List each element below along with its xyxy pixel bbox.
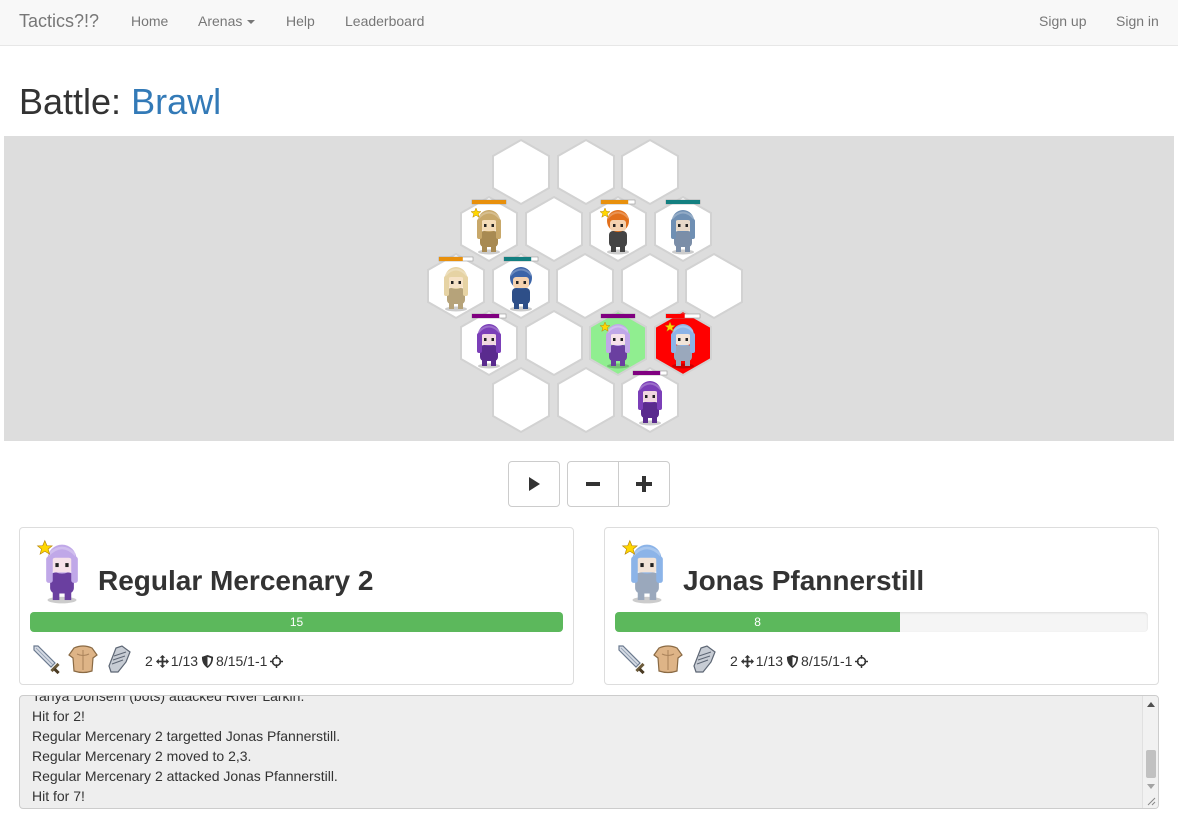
unit-stats: 2 1/13 8/15/1-1 (730, 653, 870, 669)
sword-icon (30, 642, 64, 676)
crosshair-icon (270, 654, 284, 668)
shield-icon (201, 654, 214, 668)
log-line: Hit for 2! (32, 708, 85, 724)
unit-sprite[interactable] (632, 370, 668, 426)
log-line: Tanya Donsem (bots) attacked River Larki… (32, 695, 305, 704)
minus-icon (586, 482, 600, 486)
zoom-out-button[interactable] (567, 461, 619, 507)
selected-unit-panel: Regular Mercenary 2 15 2 1/13 8/15/1-1 (19, 527, 574, 685)
nav-home[interactable]: Home (131, 13, 168, 29)
stat-defense: 8/15/1-1 (801, 653, 853, 669)
log-line: Regular Mercenary 2 moved to 2,3. (32, 748, 252, 764)
sword-icon (615, 642, 649, 676)
stat-defense: 8/15/1-1 (216, 653, 268, 669)
scroll-up-arrow-icon[interactable] (1147, 702, 1155, 707)
unit-stats: 2 1/13 8/15/1-1 (145, 653, 285, 669)
gauntlet-icon (102, 642, 136, 676)
shield-icon (786, 654, 799, 668)
crosshair-icon (855, 654, 869, 668)
stat-move: 2 (145, 653, 153, 669)
hex-cell[interactable] (491, 366, 551, 434)
log-line: Hit for 7! (32, 788, 85, 804)
battle-board (4, 136, 1174, 441)
log-scrollbar[interactable] (1142, 696, 1158, 808)
target-unit-panel: Jonas Pfannerstill 8 2 1/13 8/15/1-1 (604, 527, 1159, 685)
unit-sprite[interactable] (599, 199, 636, 255)
hex-cell[interactable] (620, 366, 680, 434)
unit-name: Regular Mercenary 2 (98, 565, 374, 596)
nav-leaderboard[interactable]: Leaderboard (345, 13, 424, 29)
nav-sign-in[interactable]: Sign in (1116, 13, 1159, 29)
unit-sprite[interactable] (663, 313, 701, 369)
scroll-down-arrow-icon[interactable] (1147, 784, 1155, 789)
arena-link[interactable]: Brawl (131, 81, 221, 122)
health-bar-fill: 8 (615, 612, 901, 632)
health-bar: 15 (30, 612, 563, 632)
page-title-prefix: Battle: (19, 81, 132, 122)
nav-sign-up[interactable]: Sign up (1039, 13, 1086, 29)
hex-cell[interactable] (556, 366, 616, 434)
log-line: Regular Mercenary 2 targetted Jonas Pfan… (32, 728, 341, 744)
health-bar: 8 (615, 612, 1148, 632)
unit-sprite[interactable] (438, 256, 474, 312)
zoom-in-button[interactable] (618, 461, 670, 507)
brand-logo[interactable]: Tactics?!? (19, 11, 99, 32)
unit-portrait (30, 538, 94, 604)
nav-help[interactable]: Help (286, 13, 315, 29)
battle-log-lines: Tanya Donsem (bots) attacked River Larki… (32, 695, 1138, 806)
gauntlet-icon (687, 642, 721, 676)
scroll-thumb[interactable] (1146, 750, 1156, 778)
leather-armor-icon (66, 642, 100, 676)
caret-down-icon (247, 20, 256, 25)
page-title: Battle: Brawl (19, 84, 221, 120)
leather-armor-icon (651, 642, 685, 676)
stat-move: 2 (730, 653, 738, 669)
navbar: Tactics?!? Home Arenas Help Leaderboard … (0, 0, 1178, 46)
resize-handle-icon[interactable] (1146, 796, 1156, 806)
unit-portrait (615, 538, 679, 604)
log-line: Regular Mercenary 2 attacked Jonas Pfann… (32, 768, 338, 784)
nav-arenas-label: Arenas (198, 13, 243, 29)
health-bar-fill: 15 (30, 612, 563, 632)
unit-sprite[interactable] (503, 256, 539, 312)
unit-name: Jonas Pfannerstill (683, 565, 925, 596)
unit-sprite[interactable] (599, 313, 636, 369)
unit-sprite[interactable] (471, 313, 507, 369)
move-icon (155, 654, 169, 668)
play-icon (529, 477, 540, 491)
move-icon (740, 654, 754, 668)
battle-log[interactable]: Tanya Donsem (bots) attacked River Larki… (19, 695, 1159, 809)
unit-sprite[interactable] (470, 199, 507, 255)
plus-icon (636, 476, 652, 492)
play-button[interactable] (508, 461, 560, 507)
stat-attack: 1/13 (755, 653, 784, 669)
nav-arenas-dropdown[interactable]: Arenas (198, 13, 256, 29)
stat-attack: 1/13 (170, 653, 199, 669)
unit-sprite[interactable] (665, 199, 701, 255)
